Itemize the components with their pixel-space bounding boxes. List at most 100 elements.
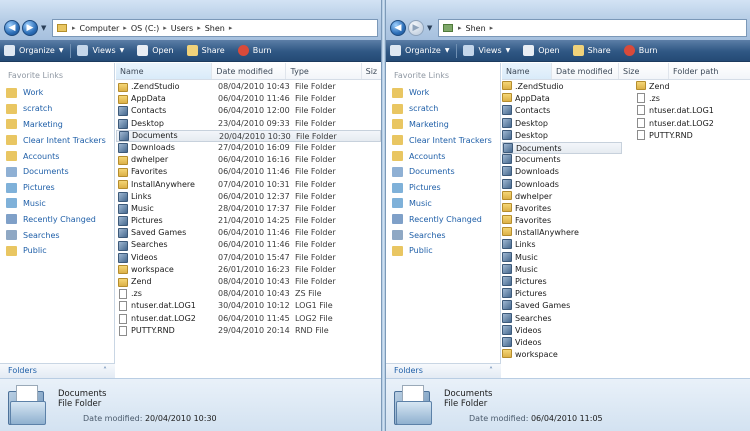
favorite-link-item[interactable]: Accounts [0,148,114,164]
favorite-link-item[interactable]: scratch [386,101,500,117]
share-button[interactable]: Share [186,45,225,56]
favorite-link-item[interactable]: Public [386,243,500,259]
organize-button[interactable]: Organize ▼ [390,45,449,56]
list-item[interactable]: Music [502,263,622,276]
favorite-link-item[interactable]: Marketing [0,117,114,133]
chevron-right-icon[interactable]: ▸ [229,24,233,32]
file-row[interactable]: Downloads 27/04/2010 16:09 File Folder [116,142,381,154]
breadcrumb-computer[interactable]: Computer [80,24,120,33]
chevron-right-icon[interactable]: ▸ [123,24,127,32]
chevron-right-icon[interactable]: ▸ [197,24,201,32]
favorite-link-item[interactable]: Searches [0,227,114,243]
recent-pages-dropdown[interactable]: ▼ [427,24,432,32]
file-row[interactable]: workspace 26/01/2010 16:23 File Folder [116,264,381,276]
folders-toggle[interactable]: Folders ˄ [0,363,115,378]
column-size[interactable]: Siz [362,63,381,79]
list-item[interactable]: dwhelper [502,190,622,203]
share-button[interactable]: Share [572,45,611,56]
list-item[interactable]: AppData [502,93,622,105]
list-item[interactable]: Videos [502,336,622,349]
column-date-modified[interactable]: Date modified [212,63,287,79]
list-item[interactable]: Music [502,251,622,264]
favorite-link-item[interactable]: Documents [0,164,114,180]
file-row[interactable]: Saved Games 06/04/2010 11:46 File Folder [116,227,381,239]
list-item[interactable]: Desktop [502,117,622,130]
file-row[interactable]: .ZendStudio 08/04/2010 10:43 File Folder [116,81,381,93]
breadcrumb-drive[interactable]: OS (C:) [131,24,159,33]
favorite-link-item[interactable]: Music [386,196,500,212]
favorite-link-item[interactable]: Music [0,196,114,212]
file-row[interactable]: Pictures 21/04/2010 14:25 File Folder [116,215,381,227]
list-item[interactable]: Zend [636,81,746,93]
favorite-link-item[interactable]: Marketing [386,117,500,133]
list-item[interactable]: Searches [502,312,622,325]
forward-button[interactable]: ▶ [22,20,38,36]
column-date-modified[interactable]: Date modified [552,63,619,79]
file-row[interactable]: .zs 08/04/2010 10:43 ZS File [116,288,381,300]
file-row[interactable]: dwhelper 06/04/2010 16:16 File Folder [116,154,381,166]
list-item[interactable]: Downloads [502,178,622,191]
chevron-right-icon[interactable]: ▸ [72,24,76,32]
column-name[interactable]: Name [116,63,213,79]
list-item[interactable]: Pictures [502,276,622,288]
file-row[interactable]: Favorites 06/04/2010 11:46 File Folder [116,166,381,178]
column-type[interactable]: Type [286,63,362,79]
list-item[interactable]: Favorites [502,202,622,215]
file-row[interactable]: Desktop 23/04/2010 09:33 File Folder [116,118,381,130]
favorite-link-item[interactable]: scratch [0,101,114,117]
favorite-link-item[interactable]: Searches [386,227,500,243]
burn-button[interactable]: Burn [623,45,658,56]
file-row[interactable]: ntuser.dat.LOG1 30/04/2010 10:12 LOG1 File [116,300,381,312]
breadcrumb-shen[interactable]: Shen [466,24,486,33]
column-name[interactable]: Name [502,63,552,79]
favorite-link-item[interactable]: Documents [386,164,500,180]
list-item[interactable]: Links [502,239,622,251]
file-row[interactable]: Contacts 06/04/2010 12:00 File Folder [116,105,381,117]
list-item[interactable]: Saved Games [502,300,622,312]
favorite-link-item[interactable]: Work [0,85,114,101]
favorite-link-item[interactable]: Clear Intent Trackers [386,132,500,148]
file-row[interactable]: Videos 07/04/2010 15:47 File Folder [116,252,381,264]
list-item[interactable]: Downloads [502,166,622,178]
list-item[interactable]: .zs [636,93,746,105]
file-row[interactable]: ntuser.dat.LOG2 06/04/2010 11:45 LOG2 File [116,313,381,325]
chevron-right-icon[interactable]: ▸ [490,24,494,32]
favorite-link-item[interactable]: Recently Changed [386,211,500,227]
breadcrumb-shen[interactable]: Shen [205,24,225,33]
list-item[interactable]: Favorites [502,215,622,227]
file-row[interactable]: Music 28/04/2010 17:37 File Folder [116,203,381,215]
list-item[interactable]: Videos [502,324,622,337]
address-bar[interactable]: ▸ Computer ▸ OS (C:) ▸ Users ▸ Shen ▸ [52,19,378,37]
column-folder-path[interactable]: Folder path [669,63,749,79]
column-size[interactable]: Size [619,63,669,79]
list-item[interactable]: ntuser.dat.LOG1 [636,105,746,117]
address-bar[interactable]: ▸ Shen ▸ [438,19,747,37]
list-item[interactable]: Documents [502,141,622,155]
chevron-right-icon[interactable]: ▸ [163,24,167,32]
views-button[interactable]: Views ▼ [463,45,510,56]
file-row[interactable]: PUTTY.RND 29/04/2010 20:14 RND File [116,325,381,337]
list-item[interactable]: Contacts [502,105,622,117]
list-item[interactable]: Documents [502,154,622,166]
file-row[interactable]: Links 06/04/2010 12:37 File Folder [116,191,381,203]
burn-button[interactable]: Burn [237,45,272,56]
back-button[interactable]: ◀ [4,20,20,36]
forward-button[interactable]: ▶ [408,20,424,36]
list-item[interactable]: .ZendStudio [502,81,622,93]
favorite-link-item[interactable]: Clear Intent Trackers [0,132,114,148]
list-item[interactable]: Pictures [502,288,622,300]
file-row[interactable]: AppData 06/04/2010 11:46 File Folder [116,93,381,105]
chevron-right-icon[interactable]: ▸ [458,24,462,32]
breadcrumb-users[interactable]: Users [171,24,193,33]
list-item[interactable]: workspace [502,349,622,361]
list-item[interactable]: Desktop [502,129,622,142]
favorite-link-item[interactable]: Pictures [386,180,500,196]
favorite-link-item[interactable]: Accounts [386,148,500,164]
back-button[interactable]: ◀ [390,20,406,36]
file-row[interactable]: Searches 06/04/2010 11:46 File Folder [116,239,381,251]
open-button[interactable]: Open [523,45,560,56]
list-item[interactable]: InstallAnywhere [502,227,622,239]
list-item[interactable]: ntuser.dat.LOG2 [636,117,746,130]
list-item[interactable]: PUTTY.RND [636,129,746,142]
organize-button[interactable]: Organize ▼ [4,45,63,56]
